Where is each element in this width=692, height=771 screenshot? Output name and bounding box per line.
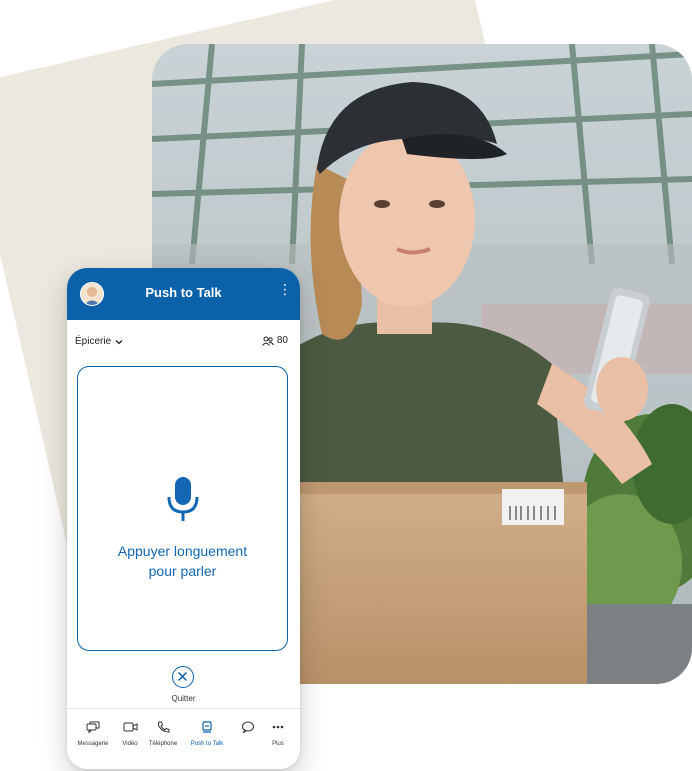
more-dots-icon bbox=[272, 725, 284, 729]
more-menu-icon[interactable]: ⋮ bbox=[278, 282, 292, 296]
nav-item-plus[interactable]: Plus bbox=[267, 720, 289, 747]
member-count-value: 80 bbox=[276, 335, 288, 346]
walkie-talkie-icon bbox=[202, 721, 212, 733]
ptt-line-1: Appuyer longuement bbox=[117, 543, 248, 559]
chat-bubbles-icon bbox=[86, 721, 100, 734]
nav-item-messages[interactable] bbox=[239, 720, 257, 741]
channel-dropdown[interactable]: Épicerie bbox=[75, 336, 123, 347]
nav-item-video[interactable]: Vidéo bbox=[119, 720, 141, 747]
microphone-icon bbox=[167, 477, 198, 521]
nav-label: Vidéo bbox=[122, 741, 138, 747]
speech-bubble-icon bbox=[242, 721, 254, 734]
close-icon bbox=[177, 671, 188, 682]
channel-name: Épicerie bbox=[75, 336, 112, 347]
nav-label: Push to Talk bbox=[190, 741, 224, 747]
users-icon bbox=[261, 336, 274, 346]
phone-mockup: Push to Talk ⋮ Épicerie 80 Appuyer longu… bbox=[67, 268, 300, 769]
nav-label: Messagerie bbox=[77, 741, 109, 747]
nav-item-messagerie[interactable]: Messagerie bbox=[75, 720, 111, 747]
chevron-down-icon bbox=[115, 339, 123, 344]
quit-label: Quitter bbox=[171, 694, 196, 703]
channel-row: Épicerie 80 bbox=[67, 320, 300, 362]
ptt-instruction: Appuyer longuement pour parler bbox=[78, 541, 287, 581]
ptt-line-2: pour parler bbox=[148, 563, 217, 579]
quit-button[interactable] bbox=[172, 666, 194, 688]
app-header: Push to Talk ⋮ bbox=[67, 268, 300, 320]
nav-item-push-to-talk[interactable]: Push to Talk bbox=[185, 720, 229, 747]
video-camera-icon bbox=[123, 722, 137, 732]
divider bbox=[67, 708, 300, 709]
page-title: Push to Talk bbox=[145, 285, 222, 300]
push-to-talk-button[interactable]: Appuyer longuement pour parler bbox=[77, 366, 288, 651]
phone-icon bbox=[157, 721, 169, 733]
nav-label: Téléphone bbox=[148, 741, 178, 747]
nav-item-telephone[interactable]: Téléphone bbox=[145, 720, 181, 747]
bottom-nav: Messagerie Vidéo Téléphone Push to Talk bbox=[67, 716, 300, 756]
nav-label: Plus bbox=[272, 741, 284, 747]
member-count: 80 bbox=[261, 335, 288, 346]
